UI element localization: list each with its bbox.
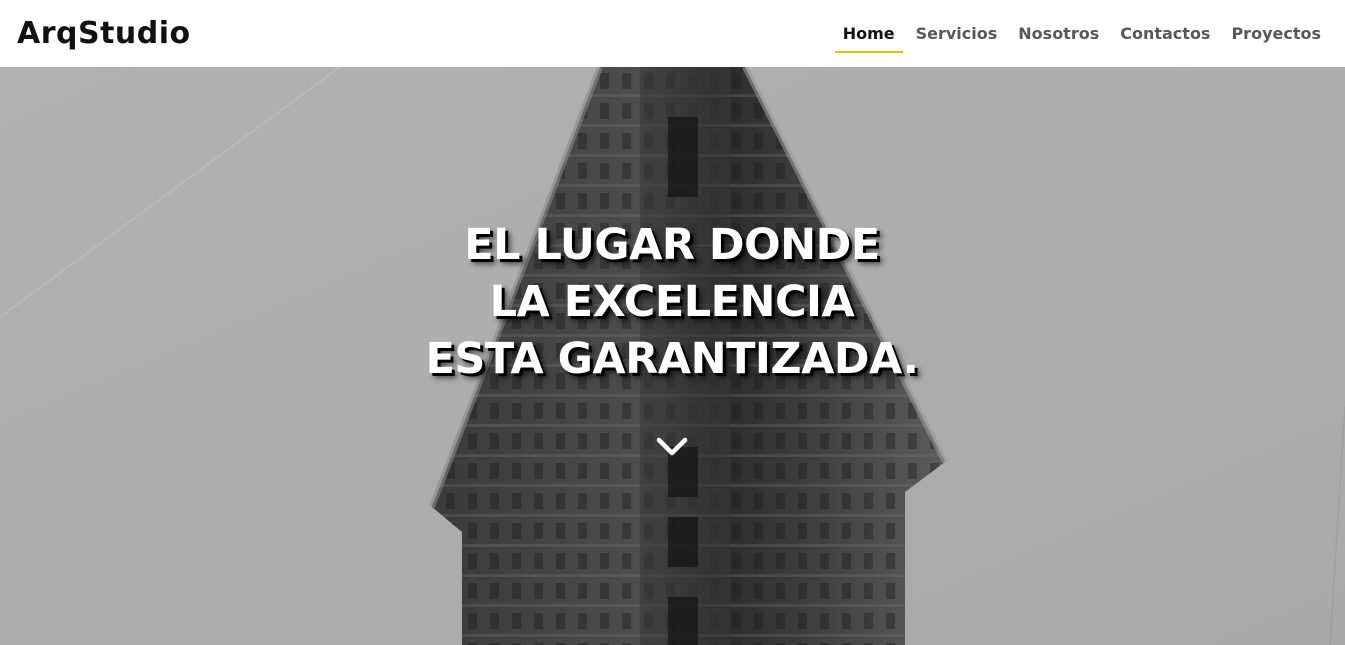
nav-item-home[interactable]: Home: [834, 0, 903, 67]
active-nav-underline: [834, 51, 903, 53]
nav-item-contactos[interactable]: Contactos: [1112, 0, 1218, 67]
brand-logo[interactable]: ArqStudio: [17, 18, 191, 49]
hero-headline: EL LUGAR DONDE LA EXCELENCIA ESTA GARANT…: [372, 217, 972, 388]
nav-item-servicios[interactable]: Servicios: [908, 0, 1006, 67]
hero-headline-line: EL LUGAR DONDE: [464, 220, 880, 270]
main-nav: Home Servicios Nosotros Contactos Proyec…: [830, 0, 1329, 67]
nav-item-label: Servicios: [915, 24, 998, 43]
chevron-down-icon[interactable]: [654, 434, 690, 460]
hero-headline-line: ESTA GARANTIZADA.: [425, 334, 919, 384]
hero-section: EL LUGAR DONDE LA EXCELENCIA ESTA GARANT…: [0, 67, 1345, 645]
nav-item-label: Proyectos: [1231, 24, 1321, 43]
nav-item-label: Home: [842, 24, 895, 43]
hero-headline-line: LA EXCELENCIA: [489, 277, 855, 327]
nav-item-label: Nosotros: [1018, 24, 1100, 43]
nav-item-label: Contactos: [1120, 24, 1211, 43]
nav-item-nosotros[interactable]: Nosotros: [1010, 0, 1107, 67]
nav-item-proyectos[interactable]: Proyectos: [1223, 0, 1329, 67]
navbar: ArqStudio Home Servicios Nosotros Contac…: [0, 0, 1345, 67]
